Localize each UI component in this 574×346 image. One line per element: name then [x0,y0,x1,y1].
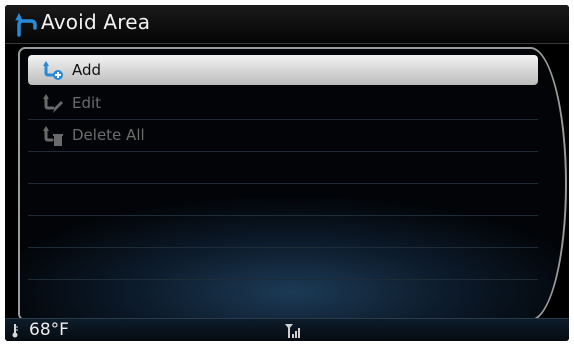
status-bar: 68°F [5,318,569,341]
menu-item-label: Add [72,61,102,79]
menu-item-edit[interactable]: Edit [28,88,538,120]
detour-arrow-icon [15,12,37,37]
list-item [28,280,538,311]
menu-item-delete-all[interactable]: Delete All [28,120,538,152]
title-bar: Avoid Area [5,5,569,44]
add-avoid-area-icon [43,61,63,80]
temperature-readout: 68°F [29,320,69,340]
menu-item-label: Delete All [72,126,145,144]
list-item [28,184,538,216]
menu-item-add[interactable]: Add [28,55,538,85]
menu-item-label: Edit [72,94,102,112]
edit-avoid-area-icon [43,94,63,113]
list-item [28,216,538,248]
list-item [28,152,538,184]
list-item [28,248,538,280]
nav-screen: Avoid Area Add Edit Delete All 68°F [5,5,569,341]
thermometer-icon [12,324,18,338]
signal-strength-icon [285,324,300,338]
menu-panel: Add Edit Delete All [18,47,567,321]
page-title: Avoid Area [41,10,151,34]
delete-all-avoid-area-icon [43,126,63,146]
